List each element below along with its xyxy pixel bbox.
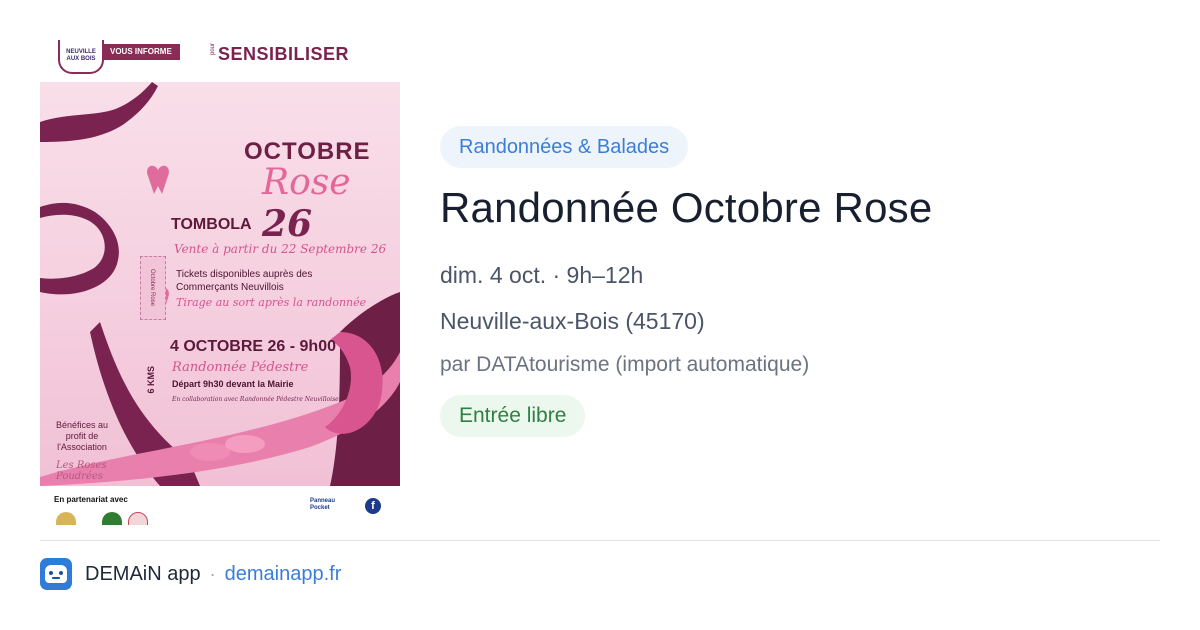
poster-header: NEUVILLE AUX BOIS VOUS INFORME pour SENS… [40,40,400,82]
price-badge: Entrée libre [440,395,586,437]
profile-stroke-top [40,82,158,142]
footer: DEMAiN app · demainapp.fr [40,557,341,591]
poster-depart-text: Départ 9h30 devant la Mairie [172,379,294,389]
event-source: par DATAtourisme (import automatique) [440,353,810,376]
sneaker-left [190,443,230,461]
poster-distance: 6 KMS [146,366,156,394]
profile-stroke-mid [40,202,119,295]
poster-partenariat-text: En partenariat avec [54,495,128,504]
partner-logo-1 [56,512,76,525]
category-badge[interactable]: Randonnées & Balades [440,126,689,168]
poster-date-line: 4 OCTOBRE 26 - 9h00 [170,338,336,355]
poster-rose-word: Rose [262,162,351,203]
sneaker-right [225,435,265,453]
event-card[interactable]: NEUVILLE AUX BOIS VOUS INFORME pour SENS… [40,40,1160,525]
footer-divider [40,540,1160,541]
event-poster-image: NEUVILLE AUX BOIS VOUS INFORME pour SENS… [40,40,400,525]
poster-panneau-pocket: Panneau Pocket [310,498,336,511]
poster-rose-year: 26 [262,203,313,245]
app-domain-link[interactable]: demainapp.fr [225,563,342,586]
poster-benefices-text: Bénéfices au profit de l'Association [55,420,109,452]
poster-randonnee-text: Randonnée Pédestre [172,360,309,375]
footer-separator: · [209,563,216,584]
poster-tickets-text: Tickets disponibles auprès des Commerçan… [176,269,313,293]
poster-body: OCTOBRE Rose 26 TOMBOLA Vente à partir d… [40,82,400,486]
ribbon-tombola [147,165,169,194]
poster-sensibiliser-text: SENSIBILISER [218,44,350,64]
facebook-icon: f [365,498,381,514]
poster-rose-title: Rose 26 [262,162,400,245]
poster-pour-text: pour [210,43,216,56]
poster-tombola-heading: TOMBOLA [171,216,252,233]
poster-vente-text: Vente à partir du 22 Septembre 26 [174,242,387,256]
poster-informe-banner: VOUS INFORME [102,44,180,60]
partner-logo-3 [128,512,148,525]
poster-tirage-text: Tirage au sort après la randonnée [176,296,367,309]
town-logo-text: NEUVILLE AUX BOIS [66,49,96,62]
poster-association-logo: Les Roses Poudrées [56,460,107,482]
poster-collab-text: En collaboration avec Randonnée Pédestre… [172,396,339,403]
app-logo-icon[interactable] [40,558,72,590]
event-title[interactable]: Randonnée Octobre Rose [440,184,932,232]
partner-logo-2 [102,512,122,525]
event-date: dim. 4 oct. · 9h–12h [440,262,644,288]
event-location: Neuville-aux-Bois (45170) [440,308,705,334]
app-name[interactable]: DEMAiN app [85,563,201,586]
poster-ticket-stub: Octobre Rose [140,256,166,320]
town-logo: NEUVILLE AUX BOIS [58,40,104,74]
